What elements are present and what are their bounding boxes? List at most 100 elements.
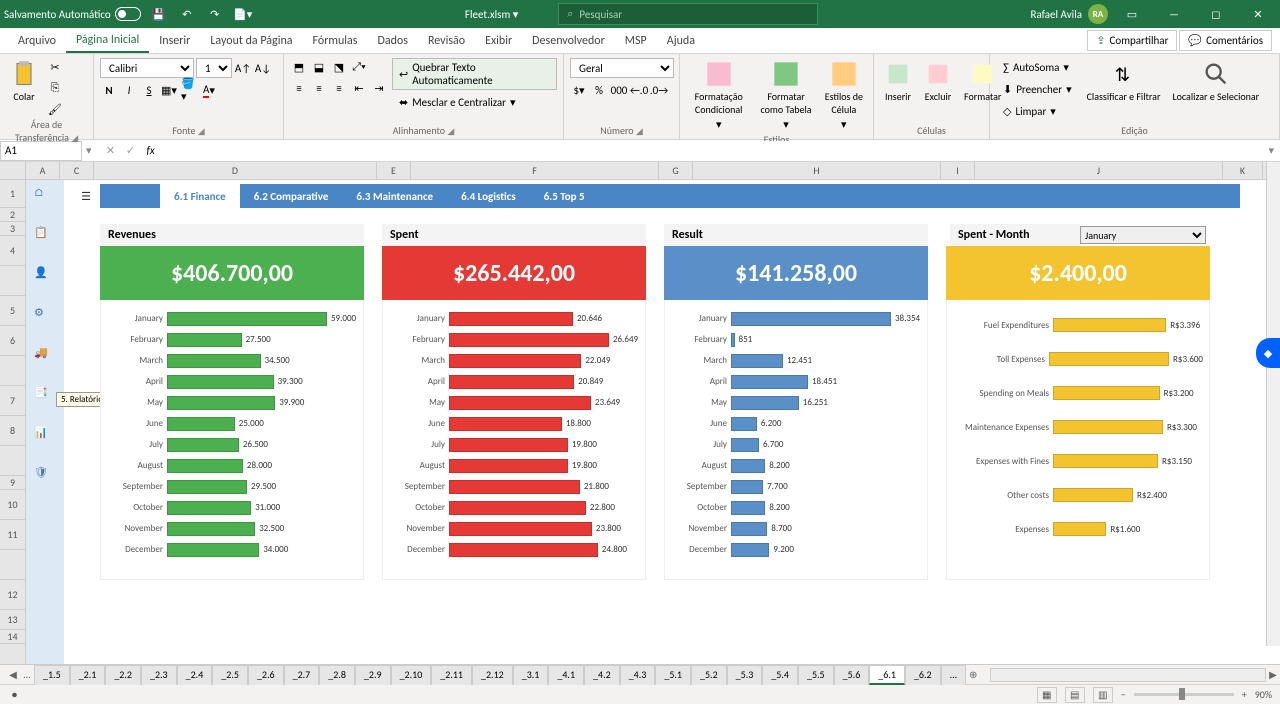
copy-icon[interactable]: ⎘ [46,79,64,97]
sheet-tab[interactable]: _5.6 [834,665,870,685]
column-header[interactable]: G [659,162,693,179]
sheet-tab[interactable]: _2.10 [391,665,432,685]
row-header[interactable]: 1 [0,180,25,208]
font-color-icon[interactable]: A▾ [200,81,218,99]
sheet-tab[interactable]: _2.1 [70,665,106,685]
sheet-tab[interactable]: _2.5 [212,665,248,685]
conditional-format-button[interactable]: Formatação Condicional ▾ [686,58,751,133]
save-icon[interactable]: 💾 [149,4,169,24]
view-page-layout-icon[interactable]: ▤ [1065,687,1085,703]
dash-tab-top5[interactable]: 6.5 Top 5 [530,184,599,208]
vertical-scrollbar[interactable] [1266,162,1280,646]
sheet-tab[interactable]: _2.7 [284,665,320,685]
user-avatar[interactable]: RA [1088,4,1108,24]
nav-chart-icon[interactable]: 📊 [34,426,56,448]
enter-formula-icon[interactable]: ✓ [122,142,140,160]
row-header[interactable]: 4 [0,236,25,266]
row-header[interactable]: 12 [0,580,25,610]
italic-icon[interactable]: I [120,81,138,99]
row-header[interactable]: 11 [0,520,25,550]
share-button[interactable]: ⇪Compartilhar [1087,30,1177,51]
dash-tab-maintenance[interactable]: 6.3 Maintenance [342,184,447,208]
nav-gear-icon[interactable]: ⚙ [34,306,56,328]
cell-styles-button[interactable]: Estilos de Célula ▾ [821,58,867,133]
maximize-icon[interactable]: ◻ [1198,0,1234,28]
row-header[interactable]: 7 [0,386,25,416]
sheet-tab[interactable]: _2.6 [248,665,284,685]
tab-ajuda[interactable]: Ajuda [657,28,705,53]
format-as-table-button[interactable]: Formatar como Tabela ▾ [755,58,816,133]
autosave-toggle[interactable]: Salvamento Automático [4,7,141,21]
align-center-icon[interactable]: ≡ [310,79,328,97]
tab-revisao[interactable]: Revisão [418,28,475,53]
search-box[interactable]: ⌕ Pesquisar [558,3,818,25]
percent-icon[interactable]: % [590,81,608,99]
row-header[interactable]: 8 [0,416,25,446]
horizontal-scrollbar[interactable] [990,668,1266,682]
fill-button[interactable]: ⬇ Preencher ▾ [996,80,1079,99]
insert-cells-button[interactable]: Inserir [880,58,916,105]
month-select[interactable]: January [1080,226,1206,244]
decrease-decimal-icon[interactable]: .0→ [650,81,668,99]
undo-icon[interactable]: ↶ [177,4,197,24]
row-header[interactable]: 6 [0,326,25,356]
row-header[interactable]: 5 [0,296,25,326]
column-header[interactable]: K [1223,162,1263,179]
minimize-icon[interactable]: — [1156,0,1192,28]
row-header[interactable] [0,266,25,296]
format-painter-icon[interactable]: 🖌 [46,100,64,118]
name-box[interactable]: A1 [0,141,82,161]
tab-layout[interactable]: Layout da Página [200,28,302,53]
nav-truck-icon[interactable]: 🚚 [34,346,56,368]
column-header[interactable]: D [94,162,377,179]
user-name[interactable]: Rafael Avila [1030,8,1082,21]
align-top-icon[interactable]: ⬒ [290,58,308,76]
sheet-tab[interactable]: _4.3 [620,665,656,685]
column-header[interactable]: H [693,162,941,179]
outdent-icon[interactable]: ⇤ [350,79,368,97]
zoom-out-icon[interactable]: − [1121,688,1126,701]
dash-tab-logistics[interactable]: 6.4 Logistics [447,184,530,208]
qat-more-icon[interactable]: 📄▾ [233,4,253,24]
sheet-nav-prev[interactable]: … [20,668,34,681]
find-select-button[interactable]: Localizar e Selecionar [1168,58,1263,105]
zoom-slider[interactable] [1134,693,1234,696]
align-left-icon[interactable]: ≡ [290,79,308,97]
align-middle-icon[interactable]: ⬓ [310,58,328,76]
close-icon[interactable]: ✕ [1240,0,1276,28]
sheet-tab[interactable]: _6.1 [869,665,905,685]
sheet-tab[interactable]: _5.1 [655,665,691,685]
align-right-icon[interactable]: ≡ [330,79,348,97]
paste-button[interactable]: Colar [6,58,42,105]
sheet-tab[interactable]: _2.3 [141,665,177,685]
sheet-tab[interactable]: _2.11 [431,665,472,685]
tab-msp[interactable]: MSP [615,28,657,53]
tab-exibir[interactable]: Exibir [475,28,522,53]
column-header[interactable]: E [377,162,411,179]
file-name[interactable]: Fleet.xlsm ▾ [465,8,518,21]
tab-arquivo[interactable]: Arquivo [8,28,66,53]
sheet-tab[interactable]: _4.1 [548,665,584,685]
comments-button[interactable]: 💬Comentários [1179,30,1272,51]
font-name-select[interactable]: Calibri [100,58,194,78]
formula-input[interactable] [166,141,1263,161]
sheet-tab[interactable]: ... [941,665,967,685]
nav-report-icon[interactable]: 📋 [34,226,56,248]
row-header[interactable]: 10 [0,490,25,520]
font-size-select[interactable]: 11 [196,58,232,78]
dash-tab-finance[interactable]: 6.1 Finance [160,184,240,208]
sheet-tab[interactable]: _2.8 [319,665,355,685]
wrap-text-button[interactable]: ↩ Quebrar Texto Automaticamente [392,58,557,90]
sheet-tab[interactable]: _3.1 [513,665,549,685]
zoom-level[interactable]: 90% [1255,688,1272,701]
sheet-tab[interactable]: _4.2 [584,665,620,685]
row-header[interactable]: 3 [0,222,25,236]
dropbox-icon[interactable]: ◆ [1256,338,1280,368]
tab-formulas[interactable]: Fórmulas [303,28,368,53]
tab-pagina-inicial[interactable]: Página Inicial [66,28,149,53]
new-sheet-icon[interactable]: ⊕ [966,668,980,681]
sheet-nav-next[interactable]: ▶ [1266,668,1280,681]
view-page-break-icon[interactable]: ▥ [1093,687,1113,703]
comma-icon[interactable]: 000 [610,81,628,99]
row-header[interactable] [0,356,25,386]
